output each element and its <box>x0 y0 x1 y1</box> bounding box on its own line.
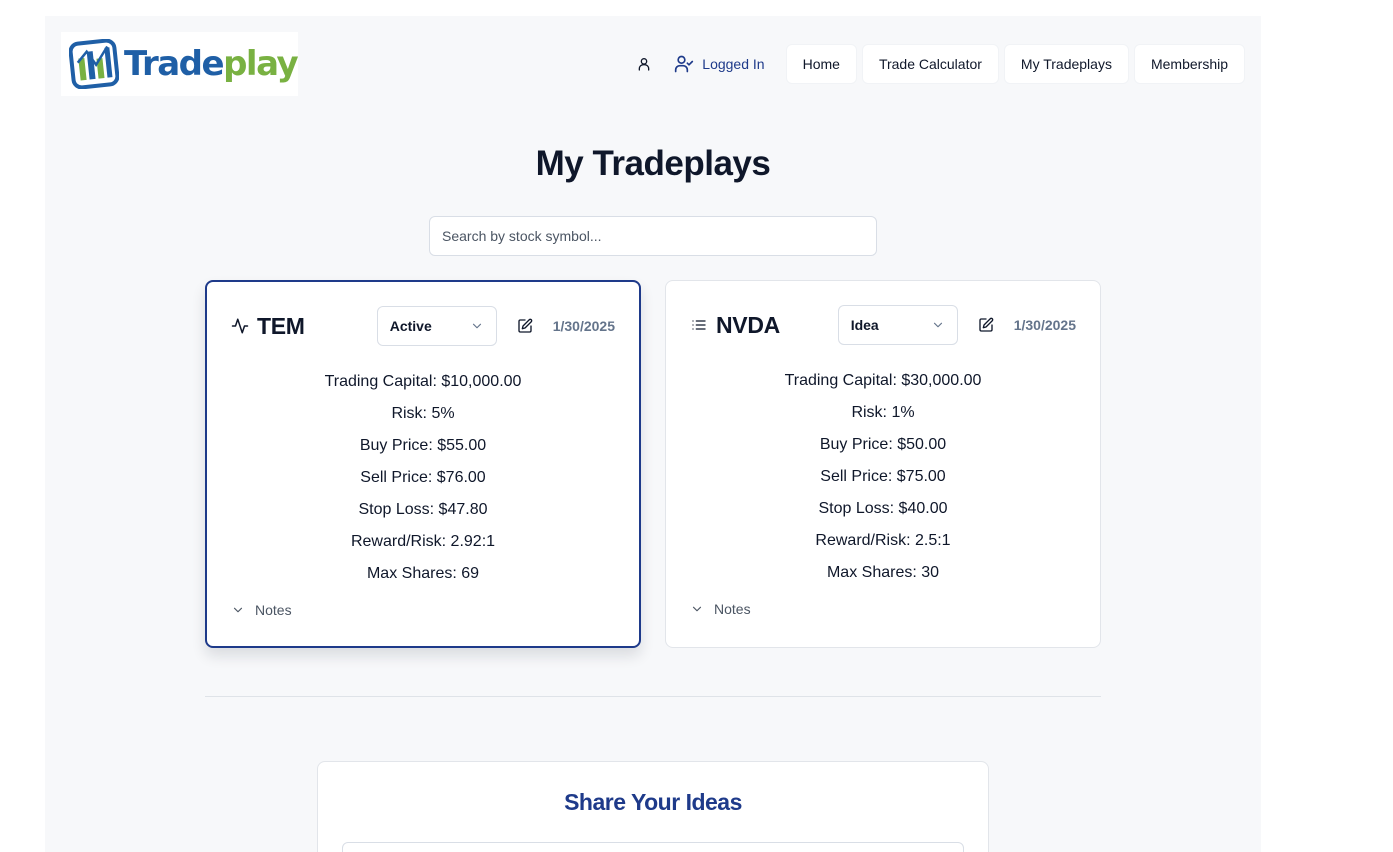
status-value: Idea <box>850 317 879 333</box>
search-input[interactable] <box>429 216 877 256</box>
edit-button[interactable] <box>966 305 1006 345</box>
stat-reward-risk: Reward/Risk: 2.5:1 <box>815 532 951 549</box>
stat-sell-price: Sell Price: $75.00 <box>820 468 946 485</box>
nav-home-button[interactable]: Home <box>785 44 857 84</box>
stat-max-shares: Max Shares: 30 <box>826 564 940 581</box>
notes-toggle[interactable]: Notes <box>690 601 751 617</box>
chevron-down-icon <box>692 606 702 612</box>
logged-in-label: Logged In <box>702 56 765 72</box>
chevron-down-icon <box>933 322 942 328</box>
logged-in-status[interactable]: Logged In <box>666 44 772 84</box>
stat-sell-price: Sell Price: $76.00 <box>360 469 486 486</box>
tradeplay-logo[interactable]: Tradeplay <box>61 32 299 96</box>
stock-symbol: NVDA <box>716 311 780 338</box>
nav-membership-button[interactable]: Membership <box>1133 44 1245 84</box>
stat-stop-loss: Stop Loss: $47.80 <box>358 501 488 518</box>
logo-text-play: play <box>223 44 299 84</box>
status-select[interactable]: Active <box>376 306 497 346</box>
notes-toggle[interactable]: Notes <box>231 602 292 618</box>
stat-risk: Risk: 1% <box>851 404 915 421</box>
share-ideas-panel: Share Your Ideas <box>317 761 989 852</box>
stat-max-shares: Max Shares: 69 <box>366 565 480 582</box>
chevron-down-icon <box>472 323 481 329</box>
stock-symbol: TEM <box>257 312 305 339</box>
logo-chart-icon <box>69 39 119 89</box>
edit-button[interactable] <box>505 306 545 346</box>
card-header: NVDA Idea 1/30/2025 <box>690 305 1076 345</box>
top-nav: Logged In Home Trade Calculator My Trade… <box>630 44 1245 84</box>
nav-my-tradeplays-button[interactable]: My Tradeplays <box>1003 44 1129 84</box>
status-select[interactable]: Idea <box>837 305 958 345</box>
edit-icon <box>518 318 533 333</box>
page-title: My Tradeplays <box>535 144 771 183</box>
card-stats: Trading Capital: $10,000.00 Risk: 5% Buy… <box>207 370 639 594</box>
activity-icon <box>231 317 249 335</box>
card-header: TEM Active 1/30/2025 <box>231 306 615 346</box>
stat-buy-price: Buy Price: $50.00 <box>819 436 947 453</box>
status-value: Active <box>389 318 432 334</box>
tradeplay-card-tem[interactable]: TEM Active 1/30/2025 Trading Capital: $1… <box>205 280 641 648</box>
card-stats: Trading Capital: $30,000.00 Risk: 1% Buy… <box>666 369 1100 593</box>
tradeplay-card-nvda[interactable]: NVDA Idea 1/30/2025 Trading Capital: $30… <box>665 280 1101 648</box>
edit-icon <box>979 317 994 332</box>
nav-trade-calculator-button[interactable]: Trade Calculator <box>861 44 999 84</box>
share-ideas-title: Share Your Ideas <box>564 789 742 815</box>
notes-label: Notes <box>255 602 292 618</box>
list-icon <box>690 316 708 334</box>
stat-trading-capital: Trading Capital: $30,000.00 <box>784 372 982 389</box>
stat-stop-loss: Stop Loss: $40.00 <box>818 500 948 517</box>
notes-label: Notes <box>714 601 751 617</box>
share-ideas-input[interactable] <box>342 842 964 852</box>
user-check-icon <box>675 55 694 73</box>
chevron-down-icon <box>233 607 243 613</box>
card-date: 1/30/2025 <box>1013 317 1076 333</box>
stat-trading-capital: Trading Capital: $10,000.00 <box>324 373 522 390</box>
logo-text-trade: Trade <box>124 44 225 84</box>
stat-buy-price: Buy Price: $55.00 <box>359 437 487 454</box>
page: Tradeplay Logged In Home Trade Calculato… <box>45 16 1261 852</box>
stat-reward-risk: Reward/Risk: 2.92:1 <box>350 533 496 550</box>
logo-wordmark: Tradeplay <box>124 44 299 84</box>
user-icon[interactable] <box>630 50 658 78</box>
section-divider <box>205 696 1101 697</box>
card-date: 1/30/2025 <box>552 318 615 334</box>
stat-risk: Risk: 5% <box>391 405 455 422</box>
